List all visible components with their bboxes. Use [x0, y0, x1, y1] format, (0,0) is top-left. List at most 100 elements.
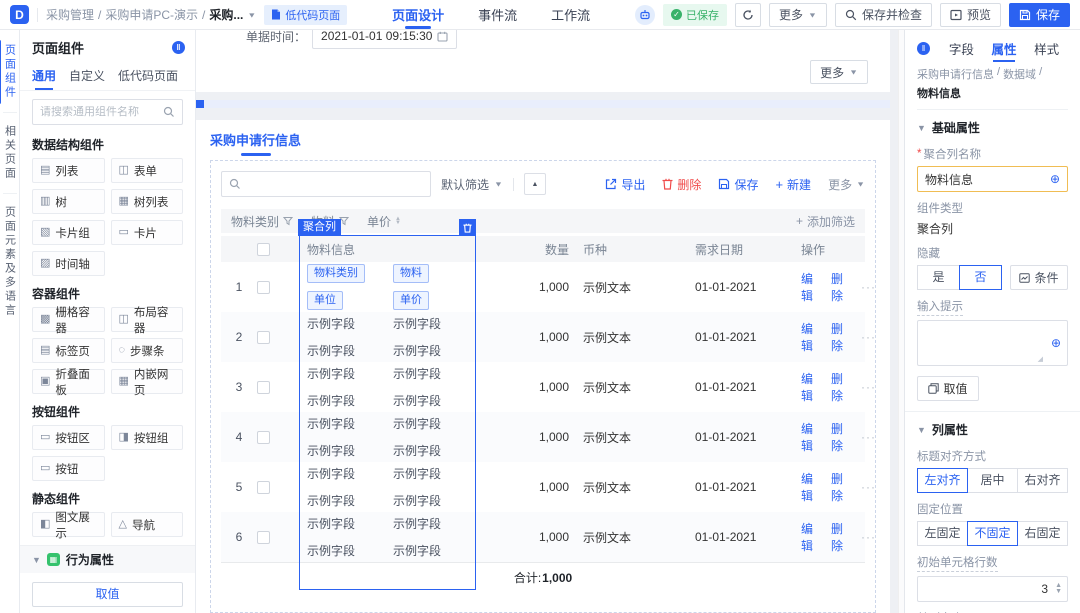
breadcrumb-item[interactable]: 采购管理: [46, 6, 94, 23]
globe-icon[interactable]: ⊕: [1050, 172, 1060, 186]
align-left-option[interactable]: 左对齐: [917, 468, 968, 493]
breadcrumb-item[interactable]: 采购申请行信息: [917, 66, 994, 82]
behavior-section-header[interactable]: ▼ ▦ 行为属性: [20, 545, 195, 573]
field-chip[interactable]: 单价: [393, 291, 429, 310]
component-item[interactable]: ▦ 树列表: [110, 189, 183, 214]
rail-item-related-pages[interactable]: 相关页面: [2, 119, 18, 187]
refresh-button[interactable]: [735, 2, 762, 27]
delete-column-button[interactable]: [459, 219, 476, 236]
hidden-option-yes[interactable]: 是: [917, 265, 960, 290]
select-all-checkbox[interactable]: [257, 242, 270, 256]
component-item[interactable]: △ 导航: [110, 512, 183, 537]
collapse-search-button[interactable]: ▲: [523, 173, 546, 195]
row-checkbox[interactable]: [257, 530, 270, 544]
delete-link[interactable]: 删除: [831, 370, 843, 404]
create-button[interactable]: + 新建: [775, 176, 811, 193]
ellipsis-icon[interactable]: ···: [861, 380, 876, 394]
component-item[interactable]: ▭ 卡片: [110, 220, 183, 245]
component-item[interactable]: ▧ 卡片组: [32, 220, 105, 245]
tab-event-flow[interactable]: 事件流: [478, 0, 517, 29]
condition-button[interactable]: 条件: [1010, 265, 1068, 290]
fixed-left-option[interactable]: 左固定: [917, 521, 968, 546]
component-item[interactable]: ▩ 栅格容器: [32, 307, 105, 335]
tab-workflow[interactable]: 工作流: [551, 0, 590, 29]
export-button[interactable]: 导出: [605, 176, 645, 193]
step-down-icon[interactable]: ▼: [1055, 588, 1062, 595]
initial-rows-stepper[interactable]: 3 ▲ ▼: [917, 576, 1068, 602]
tab-lowcode-page[interactable]: 低代码页面: [118, 63, 178, 90]
ellipsis-icon[interactable]: ···: [861, 480, 876, 494]
collapse-panel-icon[interactable]: ‖: [172, 41, 185, 54]
save-and-check-button[interactable]: 保存并检查: [834, 2, 932, 27]
row-checkbox[interactable]: [257, 280, 270, 294]
get-value-button[interactable]: 取值: [917, 376, 979, 401]
component-item[interactable]: ▦ 内嵌网页: [110, 369, 183, 397]
field-chip[interactable]: 单位: [307, 291, 343, 310]
component-item[interactable]: ▭ 按钮区: [32, 425, 105, 450]
row-checkbox[interactable]: [257, 380, 270, 394]
breadcrumb-item[interactable]: 采购申请PC-演示: [105, 6, 198, 23]
component-item[interactable]: ▤ 列表: [32, 158, 105, 183]
align-right-option[interactable]: 右对齐: [1017, 468, 1068, 493]
component-item[interactable]: ◌ 步骤条: [110, 338, 183, 363]
date-input[interactable]: 2021-01-01 09:15:30: [312, 30, 458, 49]
delete-link[interactable]: 删除: [831, 420, 843, 454]
component-item[interactable]: ◧ 图文展示: [32, 512, 105, 540]
delete-link[interactable]: 删除: [831, 270, 843, 304]
drop-indicator-handle[interactable]: [196, 100, 204, 108]
component-item[interactable]: ▨ 时间轴: [32, 251, 105, 276]
ellipsis-icon[interactable]: ···: [861, 330, 876, 344]
component-item[interactable]: ▤ 标签页: [32, 338, 105, 363]
add-filter-button[interactable]: + 添加筛选: [796, 213, 855, 230]
edit-link[interactable]: 编辑: [801, 420, 813, 454]
ellipsis-icon[interactable]: ···: [861, 530, 876, 544]
rail-item-page-elements[interactable]: 页面元素及多语言: [2, 200, 18, 324]
ai-assistant-icon[interactable]: [635, 4, 656, 25]
component-item[interactable]: ▣ 折叠面板: [32, 369, 105, 397]
edit-link[interactable]: 编辑: [801, 470, 813, 504]
tab-general[interactable]: 通用: [32, 63, 56, 90]
behavior-button[interactable]: 取值: [32, 582, 183, 607]
edit-link[interactable]: 编辑: [801, 370, 813, 404]
form-more-button[interactable]: 更多 ▼: [810, 60, 868, 84]
breadcrumb-current[interactable]: 采购...: [209, 6, 243, 23]
tab-fields[interactable]: 字段: [940, 30, 983, 66]
breadcrumb-item[interactable]: 数据域: [1003, 66, 1036, 82]
aggregate-column-name-input[interactable]: 物料信息 ⊕: [917, 166, 1068, 192]
component-item[interactable]: ◫ 表单: [110, 158, 183, 183]
row-checkbox[interactable]: [257, 480, 270, 494]
resize-handle[interactable]: ◢: [1038, 355, 1043, 363]
more-button[interactable]: 更多 ▼: [769, 2, 827, 27]
delete-link[interactable]: 删除: [831, 470, 843, 504]
ellipsis-icon[interactable]: ···: [861, 430, 876, 444]
tab-purchase-request-lines[interactable]: 采购申请行信息: [210, 130, 301, 156]
section-basic-properties[interactable]: ▼ 基础属性: [917, 110, 1068, 138]
chevron-down-icon[interactable]: ▼: [247, 11, 256, 19]
tab-custom[interactable]: 自定义: [69, 63, 105, 90]
ellipsis-icon[interactable]: ···: [861, 280, 876, 294]
row-checkbox[interactable]: [257, 330, 270, 344]
delete-link[interactable]: 删除: [831, 320, 843, 354]
collapse-panel-icon[interactable]: ‖: [917, 41, 930, 55]
delete-button[interactable]: 删除: [662, 176, 701, 193]
save-button[interactable]: 保存: [1008, 2, 1070, 27]
default-filter-dropdown[interactable]: 默认筛选 ▼: [441, 176, 503, 193]
row-checkbox[interactable]: [257, 430, 270, 444]
component-search-input[interactable]: [40, 106, 157, 118]
fixed-none-option[interactable]: 不固定: [967, 521, 1018, 546]
list-more-button[interactable]: 更多 ▼: [828, 176, 865, 193]
tab-style[interactable]: 样式: [1025, 30, 1068, 66]
section-column-properties[interactable]: ▼ 列属性: [917, 412, 1068, 440]
fixed-right-option[interactable]: 右固定: [1017, 521, 1068, 546]
save-row-button[interactable]: 保存: [718, 176, 758, 193]
preview-button[interactable]: 预览: [939, 2, 1001, 27]
stepper-icons[interactable]: ▲ ▼: [1053, 582, 1067, 595]
delete-link[interactable]: 删除: [831, 520, 843, 554]
sort-col-unit-price[interactable]: 单价 ▲ ▼: [367, 213, 401, 230]
filter-col-material-type[interactable]: 物料类别: [231, 213, 294, 230]
component-item[interactable]: ▥ 树: [32, 189, 105, 214]
component-item[interactable]: ▭ 按钮: [32, 456, 105, 481]
rail-item-page-components[interactable]: 页面组件: [0, 38, 18, 106]
align-center-option[interactable]: 居中: [967, 468, 1018, 493]
edit-link[interactable]: 编辑: [801, 520, 813, 554]
